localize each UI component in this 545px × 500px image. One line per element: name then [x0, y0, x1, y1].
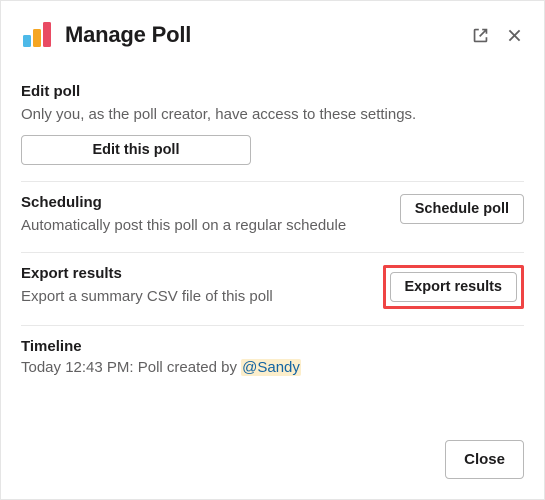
header-actions — [470, 25, 524, 45]
export-results-title: Export results — [21, 265, 371, 282]
close-icon[interactable] — [504, 25, 524, 45]
close-button[interactable]: Close — [445, 440, 524, 479]
export-results-desc: Export a summary CSV file of this poll — [21, 286, 371, 307]
export-highlight: Export results — [383, 265, 525, 309]
manage-poll-modal: Manage Poll Edit poll Only you, as the p… — [0, 0, 545, 500]
modal-footer: Close — [1, 424, 544, 499]
timeline-title: Timeline — [21, 338, 524, 355]
modal-header: Manage Poll — [1, 1, 544, 65]
export-results-section: Export results Export a summary CSV file… — [21, 253, 524, 326]
timeline-text: Today 12:43 PM: Poll created by — [21, 359, 241, 376]
scheduling-title: Scheduling — [21, 194, 388, 211]
export-results-button[interactable]: Export results — [390, 272, 518, 302]
edit-this-poll-button[interactable]: Edit this poll — [21, 135, 251, 165]
edit-poll-title: Edit poll — [21, 83, 524, 100]
modal-content: Edit poll Only you, as the poll creator,… — [1, 65, 544, 424]
edit-poll-desc: Only you, as the poll creator, have acce… — [21, 104, 524, 125]
timeline-entry: Today 12:43 PM: Poll created by @Sandy — [21, 359, 524, 376]
modal-title: Manage Poll — [65, 22, 470, 48]
timeline-section: Timeline Today 12:43 PM: Poll created by… — [21, 326, 524, 392]
scheduling-section: Scheduling Automatically post this poll … — [21, 182, 524, 253]
poll-app-icon — [21, 19, 53, 51]
scheduling-desc: Automatically post this poll on a regula… — [21, 215, 388, 236]
edit-poll-section: Edit poll Only you, as the poll creator,… — [21, 71, 524, 182]
user-mention[interactable]: @Sandy — [241, 359, 301, 376]
schedule-poll-button[interactable]: Schedule poll — [400, 194, 524, 224]
open-external-icon[interactable] — [470, 25, 490, 45]
